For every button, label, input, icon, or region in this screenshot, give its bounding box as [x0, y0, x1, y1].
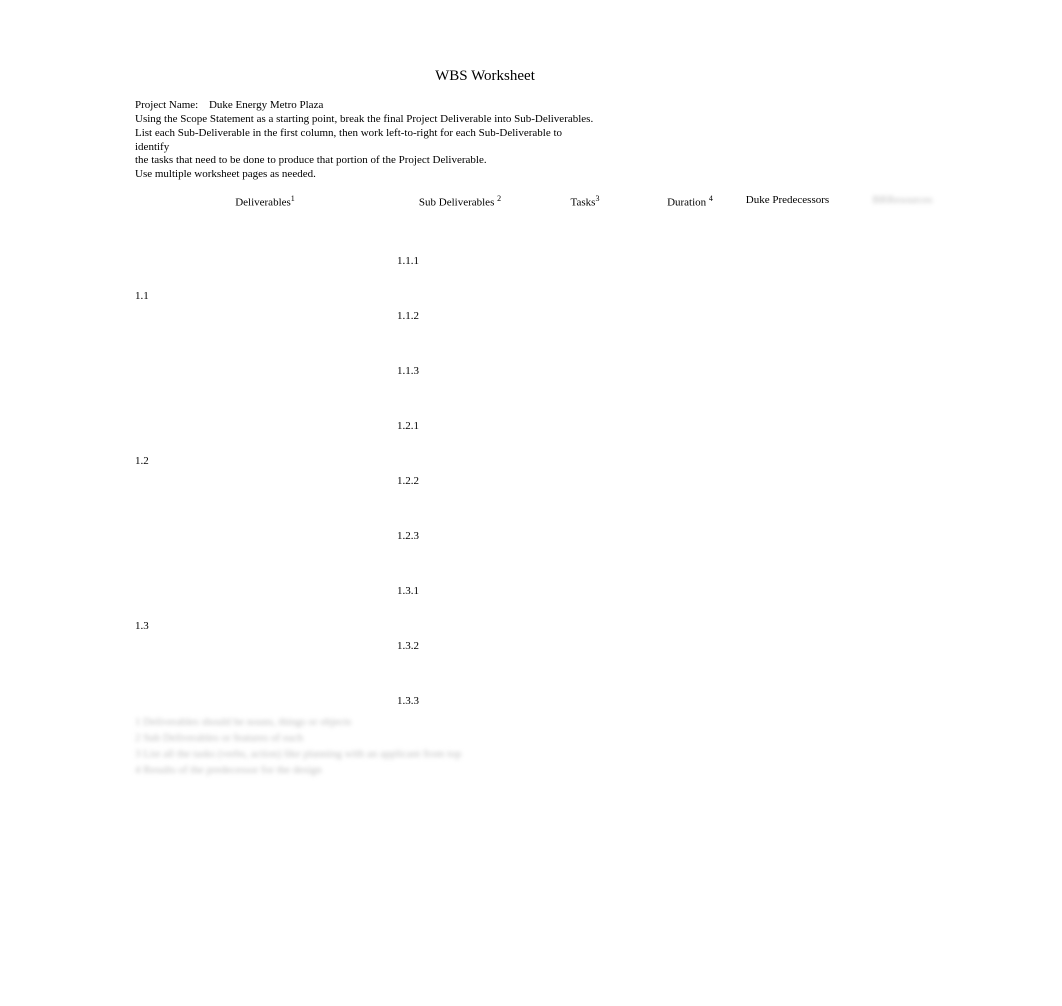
deliverable-cell: 1.3 — [135, 544, 395, 709]
project-line: Project Name: Duke Energy Metro Plaza — [135, 99, 965, 111]
footnote-line: 2 Sub Deliverables or features of each — [135, 731, 575, 746]
col-header-sub-deliverables: Sub Deliverables 2 — [395, 190, 525, 215]
project-name-value: Duke Energy Metro Plaza — [209, 99, 323, 111]
resource-cell — [840, 489, 965, 544]
col-header-duration: Duration 4 — [645, 190, 735, 215]
instruction-line: List each Sub-Deliverable in the first c… — [135, 127, 595, 155]
instruction-line: Use multiple worksheet pages as needed. — [135, 168, 595, 182]
task-cell — [525, 214, 645, 269]
footnote-line: 3 List all the tasks (verbs, action) lik… — [135, 747, 575, 762]
resource-cell — [840, 214, 965, 269]
duration-cell — [645, 599, 735, 654]
duration-cell — [645, 654, 735, 709]
deliverable-cell: 1.2 — [135, 379, 395, 544]
task-cell — [525, 599, 645, 654]
table-row: 1.2 1.2.1 — [135, 379, 965, 434]
task-cell — [525, 654, 645, 709]
sub-deliverable-cell: 1.3.3 — [395, 654, 525, 709]
task-cell — [525, 324, 645, 379]
task-cell — [525, 434, 645, 489]
predecessor-cell — [735, 214, 840, 269]
col-header-tasks: Tasks3 — [525, 190, 645, 215]
instruction-line: the tasks that need to be done to produc… — [135, 154, 595, 168]
table-row: 1.3 1.3.1 — [135, 544, 965, 599]
deliverable-cell: 1.1 — [135, 214, 395, 379]
duration-cell — [645, 269, 735, 324]
task-cell — [525, 489, 645, 544]
sub-deliverable-cell: 1.2.1 — [395, 379, 525, 434]
col-header-resources: BRResources — [840, 190, 965, 215]
predecessor-cell — [735, 324, 840, 379]
duration-cell — [645, 434, 735, 489]
project-name-label: Project Name: — [135, 99, 198, 111]
predecessor-cell — [735, 544, 840, 599]
predecessor-cell — [735, 489, 840, 544]
duration-cell — [645, 324, 735, 379]
predecessor-cell — [735, 269, 840, 324]
resource-cell — [840, 379, 965, 434]
page-title: WBS Worksheet — [335, 68, 635, 85]
duration-cell — [645, 379, 735, 434]
sub-deliverable-cell: 1.1.3 — [395, 324, 525, 379]
footnote-line: 4 Results of the predecessor for the des… — [135, 763, 575, 778]
predecessor-cell — [735, 379, 840, 434]
sub-deliverable-cell: 1.2.3 — [395, 489, 525, 544]
col-header-deliverables: Deliverables1 — [135, 190, 395, 215]
footnotes-block: 1 Deliverables should be nouns, things o… — [135, 715, 575, 777]
sub-deliverable-cell: 1.3.1 — [395, 544, 525, 599]
task-cell — [525, 544, 645, 599]
task-cell — [525, 269, 645, 324]
sub-deliverable-cell: 1.1.1 — [395, 214, 525, 269]
col-header-predecessors: Duke Predecessors — [735, 190, 840, 215]
sub-deliverable-cell: 1.2.2 — [395, 434, 525, 489]
predecessor-cell — [735, 599, 840, 654]
predecessor-cell — [735, 654, 840, 709]
task-cell — [525, 379, 645, 434]
duration-cell — [645, 214, 735, 269]
resource-cell — [840, 544, 965, 599]
footnote-line: 1 Deliverables should be nouns, things o… — [135, 715, 575, 730]
sub-deliverable-cell: 1.3.2 — [395, 599, 525, 654]
resource-cell — [840, 599, 965, 654]
wbs-worksheet-page: WBS Worksheet Project Name: Duke Energy … — [135, 68, 965, 779]
sub-deliverable-cell: 1.1.2 — [395, 269, 525, 324]
resource-cell — [840, 654, 965, 709]
table-row: 1.1 1.1.1 — [135, 214, 965, 269]
duration-cell — [645, 544, 735, 599]
resource-cell — [840, 434, 965, 489]
table-header-row: Deliverables1 Sub Deliverables 2 Tasks3 … — [135, 190, 965, 215]
wbs-table: Deliverables1 Sub Deliverables 2 Tasks3 … — [135, 190, 965, 710]
resource-cell — [840, 269, 965, 324]
resource-cell — [840, 324, 965, 379]
duration-cell — [645, 489, 735, 544]
instructions-block: Using the Scope Statement as a starting … — [135, 113, 955, 182]
predecessor-cell — [735, 434, 840, 489]
instruction-line: Using the Scope Statement as a starting … — [135, 113, 595, 127]
